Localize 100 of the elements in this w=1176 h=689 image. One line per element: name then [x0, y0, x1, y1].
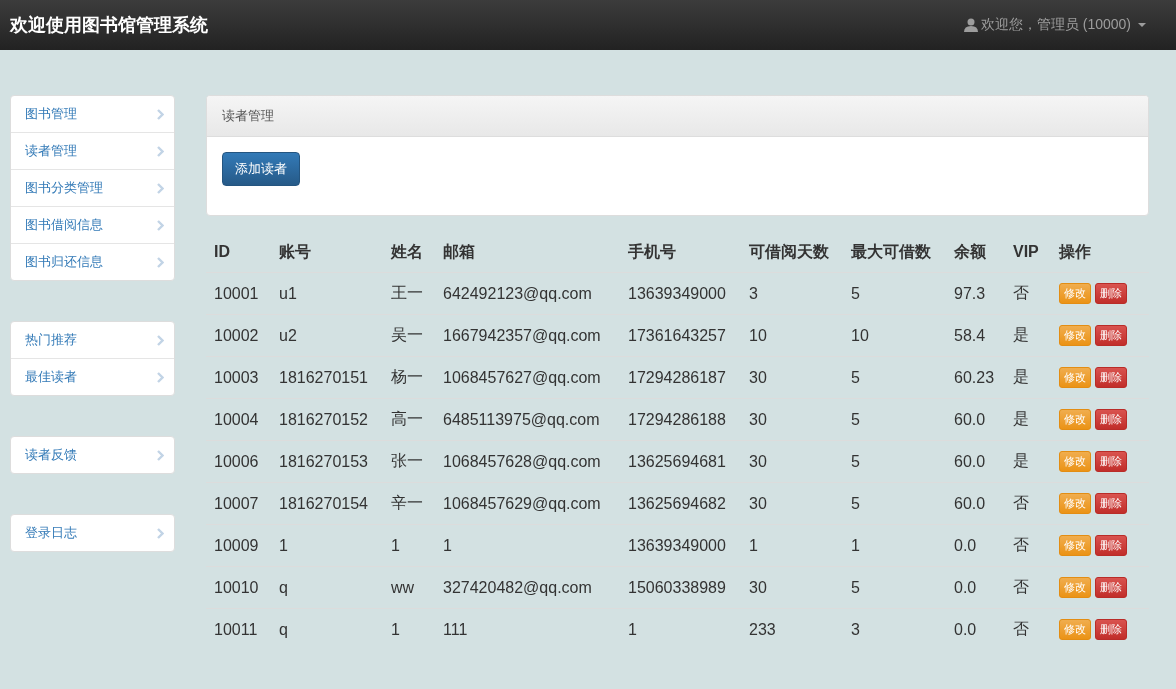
caret-icon [1138, 23, 1146, 27]
sidebar-item[interactable]: 图书借阅信息 [11, 206, 174, 243]
delete-button[interactable]: 删除 [1095, 409, 1127, 430]
table-cell: 327420482@qq.com [435, 566, 620, 609]
table-cell: 1 [271, 524, 383, 567]
table-cell: 15060338989 [620, 566, 741, 609]
table-cell: 1816270152 [271, 398, 383, 441]
table-cell: 10006 [206, 440, 271, 483]
table-cell: 3 [741, 272, 843, 315]
table-cell: 0.0 [946, 608, 1005, 650]
chevron-right-icon [157, 256, 164, 268]
table-cell: 吴一 [383, 314, 435, 357]
column-header: 最大可借数 [843, 232, 946, 273]
sidebar-item[interactable]: 读者管理 [11, 132, 174, 169]
table-cell: 1816270151 [271, 356, 383, 399]
sidebar-item[interactable]: 图书分类管理 [11, 169, 174, 206]
table-cell: 否 [1005, 608, 1051, 650]
table-cell: 是 [1005, 398, 1051, 441]
table-cell: u1 [271, 272, 383, 315]
table-cell: 10002 [206, 314, 271, 357]
table-cell: 30 [741, 566, 843, 609]
panel-heading: 读者管理 [207, 96, 1148, 137]
table-cell: 6485113975@qq.com [435, 398, 620, 441]
table-cell: 13625694682 [620, 482, 741, 525]
table-cell: 10011 [206, 608, 271, 650]
table-cell: 3 [843, 608, 946, 650]
delete-button[interactable]: 删除 [1095, 283, 1127, 304]
table-cell: 58.4 [946, 314, 1005, 357]
delete-button[interactable]: 删除 [1095, 325, 1127, 346]
delete-button[interactable]: 删除 [1095, 451, 1127, 472]
table-cell: 1068457628@qq.com [435, 440, 620, 483]
add-reader-button[interactable]: 添加读者 [222, 152, 300, 186]
column-header: ID [206, 232, 271, 273]
column-header: 账号 [271, 232, 383, 273]
table-cell: 5 [843, 566, 946, 609]
table-cell: q [271, 608, 383, 650]
chevron-right-icon [157, 371, 164, 383]
table-cell: 1 [383, 608, 435, 650]
table-cell: 5 [843, 398, 946, 441]
delete-button[interactable]: 删除 [1095, 493, 1127, 514]
column-header: 操作 [1051, 232, 1149, 273]
sidebar-item[interactable]: 登录日志 [11, 515, 174, 551]
column-header: 可借阅天数 [741, 232, 843, 273]
column-header: VIP [1005, 232, 1051, 273]
app-title: 欢迎使用图书馆管理系统 [10, 14, 208, 37]
table-cell: 60.0 [946, 398, 1005, 441]
table-cell: 1 [843, 524, 946, 567]
table-cell: 60.0 [946, 482, 1005, 525]
table-cell: 10 [843, 314, 946, 357]
table-cell: 17294286187 [620, 356, 741, 399]
table-cell: 10009 [206, 524, 271, 567]
table-cell: 0.0 [946, 566, 1005, 609]
delete-button[interactable]: 删除 [1095, 367, 1127, 388]
table-cell: 60.23 [946, 356, 1005, 399]
column-header: 余额 [946, 232, 1005, 273]
chevron-right-icon [157, 145, 164, 157]
table-cell: 1 [741, 524, 843, 567]
column-header: 手机号 [620, 232, 741, 273]
chevron-right-icon [157, 219, 164, 231]
table-cell: 17294286188 [620, 398, 741, 441]
delete-button[interactable]: 删除 [1095, 619, 1127, 640]
table-cell: 10010 [206, 566, 271, 609]
table-cell: 10007 [206, 482, 271, 525]
table-cell: 1068457629@qq.com [435, 482, 620, 525]
sidebar-item[interactable]: 最佳读者 [11, 358, 174, 395]
table-cell: 1816270153 [271, 440, 383, 483]
table-cell: 5 [843, 272, 946, 315]
table-cell: 0.0 [946, 524, 1005, 567]
table-cell: 王一 [383, 272, 435, 315]
user-icon [963, 18, 978, 32]
table-cell: 10003 [206, 356, 271, 399]
table-cell: 是 [1005, 356, 1051, 399]
table-cell: 杨一 [383, 356, 435, 399]
table-cell: 否 [1005, 524, 1051, 567]
delete-button[interactable]: 删除 [1095, 535, 1127, 556]
table-cell: 13625694681 [620, 440, 741, 483]
table-cell: 否 [1005, 482, 1051, 525]
chevron-right-icon [157, 449, 164, 461]
sidebar-item[interactable]: 热门推荐 [11, 322, 174, 358]
table-cell: 否 [1005, 272, 1051, 315]
table-cell: 30 [741, 398, 843, 441]
table-cell: 5 [843, 440, 946, 483]
table-cell: 30 [741, 482, 843, 525]
sidebar-item[interactable]: 图书管理 [11, 96, 174, 132]
user-menu[interactable]: 欢迎您，管理员 (10000) [963, 16, 1146, 34]
sidebar-item[interactable]: 读者反馈 [11, 437, 174, 473]
table-cell: 1 [620, 608, 741, 650]
table-cell: q [271, 566, 383, 609]
table-cell: 5 [843, 482, 946, 525]
table-cell: 30 [741, 440, 843, 483]
table-cell: ww [383, 566, 435, 609]
delete-button[interactable]: 删除 [1095, 577, 1127, 598]
table-cell: 10 [741, 314, 843, 357]
table-cell: 是 [1005, 440, 1051, 483]
sidebar-item[interactable]: 图书归还信息 [11, 243, 174, 280]
chevron-right-icon [157, 108, 164, 120]
table-cell: 17361643257 [620, 314, 741, 357]
table-cell: 233 [741, 608, 843, 650]
table-cell: 60.0 [946, 440, 1005, 483]
table-cell: 辛一 [383, 482, 435, 525]
